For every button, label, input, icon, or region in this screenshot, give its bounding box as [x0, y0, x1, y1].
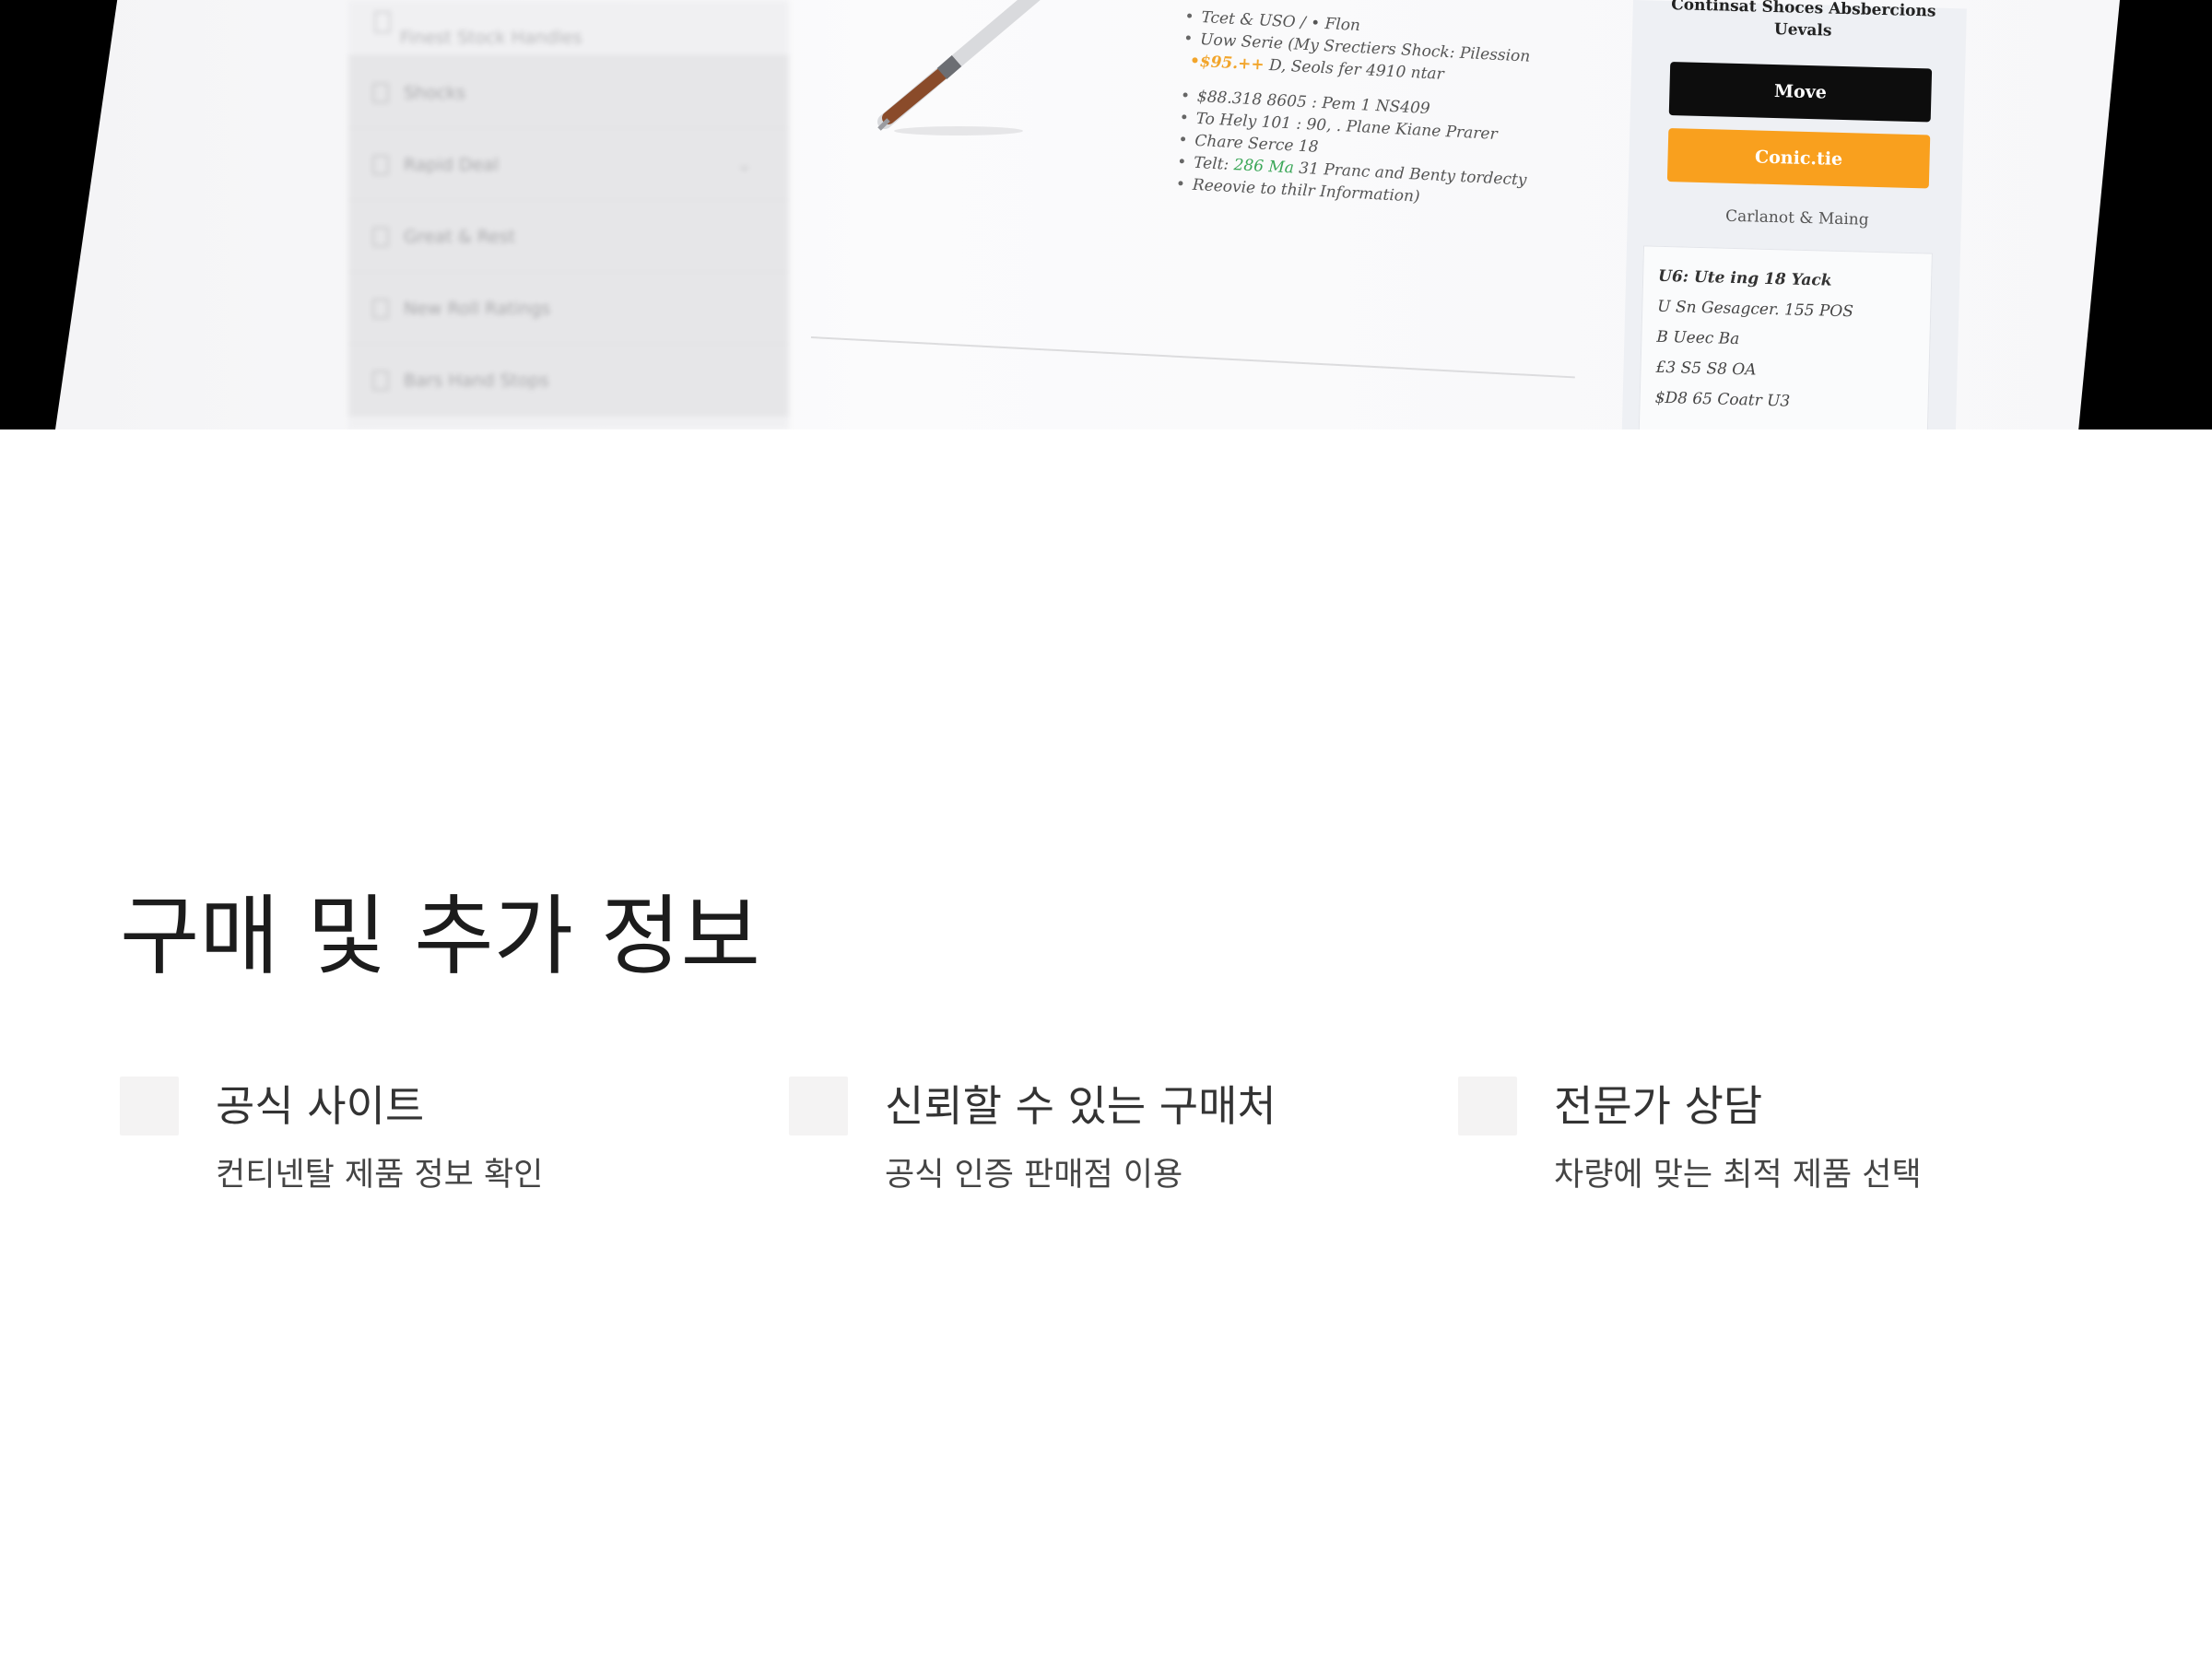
product-sidebar: Finest Stock Handles Shocks Rapid Deal ⌄…: [348, 0, 789, 429]
section-title: 구매 및 추가 정보: [120, 887, 761, 987]
sidebar-item[interactable]: Great & Rest: [348, 199, 789, 273]
checkbox-icon[interactable]: [372, 371, 389, 391]
shipping-info: U6: Ute ing 18 Yack U Sn Gesagcer. 155 P…: [1637, 245, 1933, 429]
card-description: 차량에 맞는 최적 제품 선택: [1554, 1157, 1922, 1194]
chevron-down-icon: ⌄: [736, 153, 752, 175]
price-highlight: •$95.++: [1189, 52, 1265, 75]
sidebar-item-label: Shocks: [404, 83, 466, 103]
sidebar-item[interactable]: Bars Hand Stops: [348, 343, 789, 417]
buy-box-link[interactable]: Carlanot & Maing: [1666, 206, 1928, 230]
card-title: 신뢰할 수 있는 구매처: [885, 1081, 1277, 1131]
checkbox-icon[interactable]: [372, 83, 389, 103]
stock-highlight: 286 Ma: [1233, 156, 1295, 178]
checkbox-icon[interactable]: [372, 155, 389, 175]
card-title: 전문가 상담: [1554, 1081, 1763, 1131]
info-card-official-site[interactable]: 공식 사이트 컨티넨탈 제품 정보 확인: [120, 1077, 765, 1206]
sidebar-item[interactable]: Rapid Deal ⌄: [348, 127, 789, 201]
sidebar-item[interactable]: New Roll Ratings: [348, 271, 789, 345]
product-handle: [882, 67, 948, 124]
card-description: 공식 인증 판매점 이용: [885, 1157, 1183, 1194]
placeholder-icon: [1458, 1077, 1517, 1135]
placeholder-icon: [120, 1077, 179, 1135]
product-shadow: [894, 126, 1023, 135]
monitor-screen: Finest Stock Handles Shocks Rapid Deal ⌄…: [55, 0, 2120, 429]
spec-stock-label: Telt:: [1193, 153, 1235, 175]
card-description: 컨티넨탈 제품 정보 확인: [216, 1157, 544, 1194]
sidebar-item[interactable]: Shocks: [348, 55, 789, 129]
placeholder-icon: [789, 1077, 848, 1135]
shipping-line: $D8 65 Coatr U3: [1654, 388, 1791, 411]
hero-screenshot: Finest Stock Handles Shocks Rapid Deal ⌄…: [0, 0, 2212, 429]
info-card-trusted-seller[interactable]: 신뢰할 수 있는 구매처 공식 인증 판매점 이용: [789, 1077, 1434, 1206]
sidebar-item-label: New Roll Ratings: [404, 299, 551, 319]
checkbox-icon[interactable]: [372, 299, 389, 319]
list-icon: [374, 11, 391, 33]
card-title: 공식 사이트: [216, 1081, 425, 1131]
secondary-button[interactable]: Conic.tie: [1666, 128, 1931, 189]
sidebar-item-label: Bars Hand Stops: [404, 371, 549, 391]
sidebar-item-label: Great & Rest: [404, 227, 516, 247]
primary-button[interactable]: Move: [1668, 62, 1933, 123]
sidebar-heading: Finest Stock Handles: [400, 28, 582, 48]
buy-box-title: Continsat Shoces Absbercions Uevals: [1651, 0, 1956, 45]
sidebar-item-label: Rapid Deal: [404, 155, 500, 175]
product-image: [877, 0, 1058, 135]
buy-box: Continsat Shoces Absbercions Uevals Move…: [1621, 0, 1967, 429]
checkbox-icon[interactable]: [372, 227, 389, 247]
product-spec-list: Tcet & USO / • Flon Uow Serie (My Srecti…: [1173, 7, 1570, 218]
product-collar: [936, 54, 962, 80]
content-divider: [810, 336, 1575, 379]
info-card-expert-consult[interactable]: 전문가 상담 차량에 맞는 최적 제품 선택: [1458, 1077, 2103, 1206]
